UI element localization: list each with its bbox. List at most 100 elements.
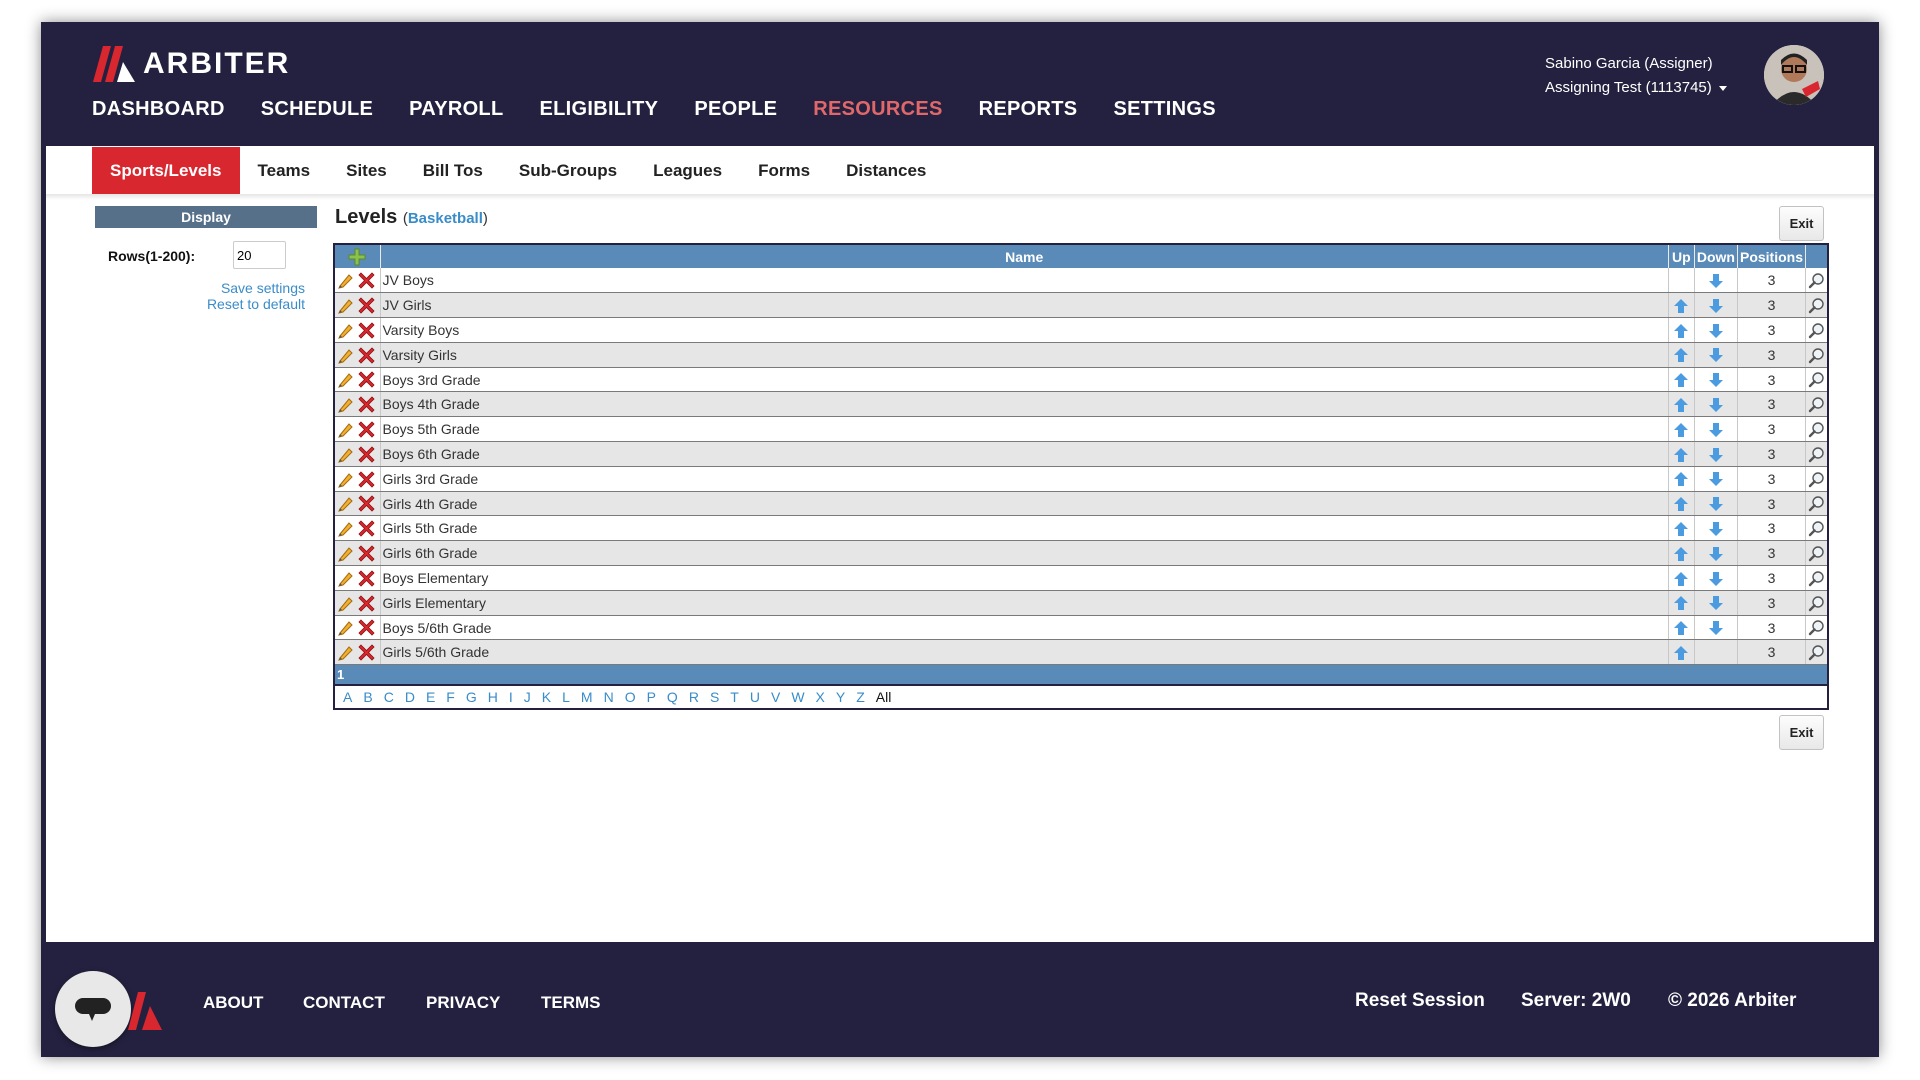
positions-count[interactable]: 3	[1737, 565, 1807, 591]
positions-count[interactable]: 3	[1737, 317, 1807, 343]
nav-reports[interactable]: REPORTS	[979, 98, 1078, 121]
delete-x-icon[interactable]	[358, 619, 375, 637]
nav-dashboard[interactable]: DASHBOARD	[92, 98, 225, 121]
alpha-t[interactable]: T	[730, 689, 739, 705]
move-up-icon[interactable]	[1673, 397, 1689, 413]
move-down-icon[interactable]	[1708, 422, 1724, 438]
delete-x-icon[interactable]	[358, 347, 375, 364]
positions-count[interactable]: 3	[1737, 441, 1807, 467]
alpha-s[interactable]: S	[710, 689, 719, 705]
magnifier-icon[interactable]	[1808, 520, 1825, 537]
footer-terms[interactable]: TERMS	[541, 993, 601, 1013]
tab-teams[interactable]: Teams	[240, 147, 329, 194]
alpha-m[interactable]: M	[581, 689, 593, 705]
alpha-all[interactable]: All	[876, 689, 892, 705]
tab-bill-tos[interactable]: Bill Tos	[405, 147, 501, 194]
edit-pencil-icon[interactable]	[337, 322, 354, 339]
delete-x-icon[interactable]	[358, 545, 375, 562]
magnifier-icon[interactable]	[1808, 396, 1825, 413]
move-down-icon[interactable]	[1708, 273, 1724, 289]
alpha-d[interactable]: D	[405, 689, 415, 705]
delete-x-icon[interactable]	[358, 520, 375, 537]
move-down-icon[interactable]	[1708, 372, 1724, 388]
avatar[interactable]	[1764, 45, 1824, 105]
alpha-c[interactable]: C	[384, 689, 394, 705]
nav-payroll[interactable]: PAYROLL	[409, 98, 503, 121]
positions-count[interactable]: 3	[1737, 292, 1807, 319]
alpha-z[interactable]: Z	[856, 689, 865, 705]
alpha-i[interactable]: I	[509, 689, 513, 705]
col-name[interactable]: Name	[380, 244, 1669, 268]
positions-count[interactable]: 3	[1737, 367, 1807, 393]
move-down-icon[interactable]	[1708, 323, 1724, 339]
edit-pencil-icon[interactable]	[337, 619, 354, 637]
alpha-v[interactable]: V	[771, 689, 780, 705]
alpha-u[interactable]: U	[750, 689, 760, 705]
nav-resources[interactable]: RESOURCES	[813, 98, 942, 121]
move-down-icon[interactable]	[1708, 521, 1724, 537]
exit-button-top[interactable]: Exit	[1779, 206, 1824, 241]
magnifier-icon[interactable]	[1808, 371, 1825, 388]
move-down-icon[interactable]	[1708, 571, 1724, 587]
footer-about[interactable]: ABOUT	[203, 993, 263, 1013]
reset-session-link[interactable]: Reset Session	[1355, 990, 1485, 1012]
alpha-e[interactable]: E	[426, 689, 435, 705]
move-up-icon[interactable]	[1673, 323, 1689, 339]
delete-x-icon[interactable]	[358, 272, 375, 289]
move-down-icon[interactable]	[1708, 496, 1724, 512]
magnifier-icon[interactable]	[1808, 570, 1825, 587]
magnifier-icon[interactable]	[1808, 272, 1825, 289]
alpha-q[interactable]: Q	[667, 689, 678, 705]
account-switcher[interactable]: Assigning Test (1113745)	[1545, 76, 1727, 100]
tab-sites[interactable]: Sites	[328, 147, 405, 194]
alpha-x[interactable]: X	[816, 689, 825, 705]
magnifier-icon[interactable]	[1808, 619, 1825, 636]
delete-x-icon[interactable]	[358, 644, 375, 661]
magnifier-icon[interactable]	[1808, 595, 1825, 612]
positions-count[interactable]: 3	[1737, 416, 1807, 443]
footer-contact[interactable]: CONTACT	[303, 993, 385, 1013]
positions-count[interactable]: 3	[1737, 639, 1807, 666]
move-down-icon[interactable]	[1708, 347, 1724, 363]
edit-pencil-icon[interactable]	[337, 595, 354, 612]
edit-pencil-icon[interactable]	[337, 396, 354, 414]
move-up-icon[interactable]	[1673, 595, 1689, 611]
move-up-icon[interactable]	[1673, 546, 1689, 562]
reset-default-link[interactable]: Reset to default	[207, 296, 305, 312]
save-settings-link[interactable]: Save settings	[221, 280, 305, 296]
edit-pencil-icon[interactable]	[337, 520, 354, 538]
alpha-y[interactable]: Y	[836, 689, 845, 705]
positions-count[interactable]: 3	[1737, 540, 1807, 567]
alpha-f[interactable]: F	[446, 689, 455, 705]
positions-count[interactable]: 3	[1737, 268, 1807, 294]
edit-pencil-icon[interactable]	[337, 471, 354, 488]
tab-sub-groups[interactable]: Sub-Groups	[501, 147, 635, 194]
alpha-l[interactable]: L	[562, 689, 570, 705]
tab-forms[interactable]: Forms	[740, 147, 828, 194]
magnifier-icon[interactable]	[1808, 495, 1825, 512]
move-down-icon[interactable]	[1708, 397, 1724, 413]
move-down-icon[interactable]	[1708, 298, 1724, 314]
alpha-b[interactable]: B	[363, 689, 372, 705]
magnifier-icon[interactable]	[1808, 471, 1825, 488]
tab-distances[interactable]: Distances	[828, 147, 944, 194]
rows-input[interactable]	[233, 241, 286, 269]
edit-pencil-icon[interactable]	[337, 446, 354, 463]
positions-count[interactable]: 3	[1737, 515, 1807, 542]
move-up-icon[interactable]	[1673, 347, 1689, 363]
edit-pencil-icon[interactable]	[337, 347, 354, 364]
move-up-icon[interactable]	[1673, 422, 1689, 438]
positions-count[interactable]: 3	[1737, 342, 1807, 368]
nav-settings[interactable]: SETTINGS	[1113, 98, 1215, 121]
alpha-a[interactable]: A	[343, 689, 352, 705]
move-up-icon[interactable]	[1673, 447, 1689, 463]
alpha-w[interactable]: W	[791, 689, 804, 705]
delete-x-icon[interactable]	[358, 595, 375, 612]
edit-pencil-icon[interactable]	[337, 421, 354, 438]
edit-pencil-icon[interactable]	[337, 272, 354, 289]
delete-x-icon[interactable]	[358, 297, 375, 314]
delete-x-icon[interactable]	[358, 396, 375, 413]
user-menu[interactable]: Sabino Garcia (Assigner) Assigning Test …	[1545, 52, 1727, 100]
edit-pencil-icon[interactable]	[337, 297, 354, 314]
move-up-icon[interactable]	[1673, 471, 1689, 487]
